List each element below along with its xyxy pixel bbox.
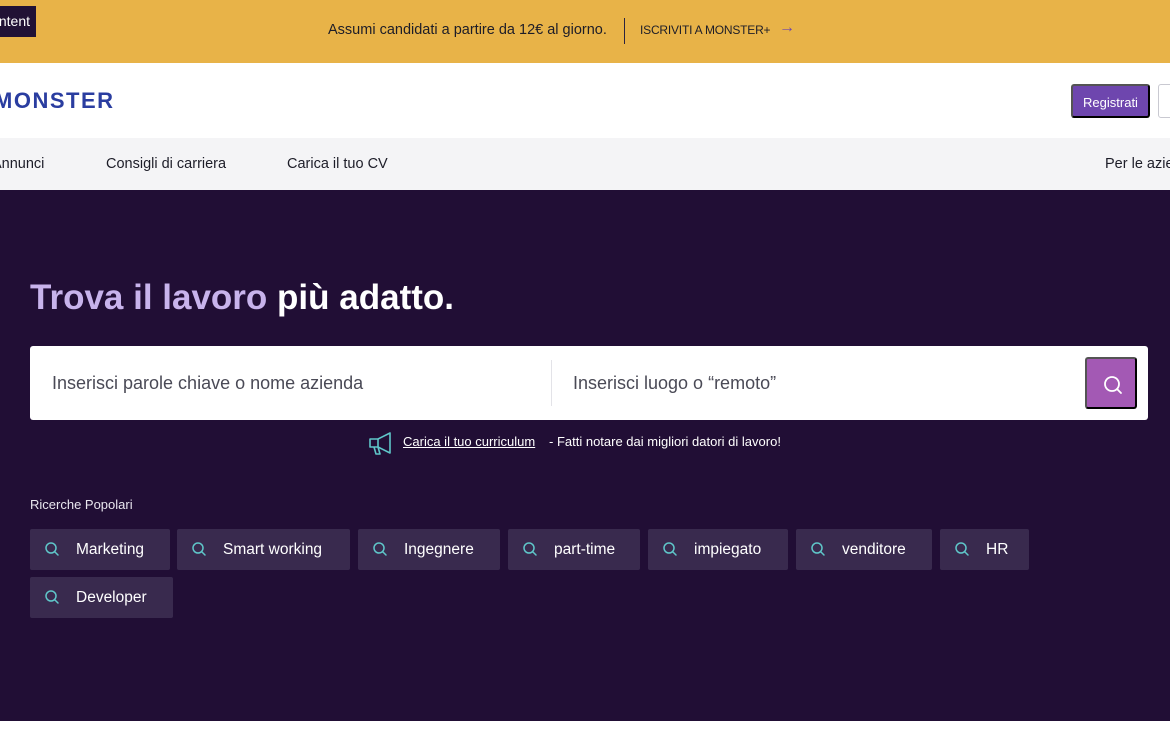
hero-section [0,190,1170,721]
popular-search-chip[interactable]: part-time [508,529,640,570]
promo-divider [624,18,625,44]
nav-item-consigli[interactable]: Consigli di carriera [106,156,226,172]
search-divider [551,360,552,406]
register-button[interactable]: Registrati [1071,84,1150,118]
hero-title-highlight: Trova il lavoro [30,278,268,317]
search-icon [1104,376,1122,394]
upload-cv-link[interactable]: Carica il tuo curriculum [403,434,535,449]
skip-to-content-link[interactable]: Skip to content [0,6,36,37]
promo-text: Assumi candidati a partire da 12€ al gio… [328,22,607,38]
nav-item-aziende[interactable]: Per le aziende [1105,156,1170,172]
hero-title-rest: più adatto. [277,278,454,317]
page-bottom [0,721,1170,730]
search-icon [955,542,969,556]
popular-search-chip[interactable]: Developer [30,577,173,618]
nav-item-annunci[interactable]: Annunci [0,156,44,172]
popular-search-chip[interactable]: Smart working [177,529,350,570]
search-icon [663,542,677,556]
popular-search-chip[interactable]: Marketing [30,529,170,570]
keyword-input[interactable] [52,346,552,420]
arrow-right-icon[interactable]: → [779,19,795,37]
monster-logo[interactable]: MONSTER [0,88,115,114]
site-header [0,63,1170,138]
search-icon [523,542,537,556]
popular-search-chip[interactable]: impiegato [648,529,788,570]
popular-searches-label: Ricerche Popolari [30,497,133,512]
nav-item-carica-cv[interactable]: Carica il tuo CV [287,156,388,172]
megaphone-icon [369,432,391,455]
monster-plus-link[interactable]: ISCRIVITI A MONSTER+ [640,23,771,37]
popular-search-chip[interactable]: venditore [796,529,932,570]
hero-title: Trova il lavoro più adatto. [30,278,454,318]
login-button[interactable] [1158,84,1170,118]
popular-search-chip[interactable]: Ingegnere [358,529,500,570]
upload-cv-text: - Fatti notare dai migliori datori di la… [549,434,781,449]
search-bar [30,346,1148,420]
search-icon [373,542,387,556]
search-icon [811,542,825,556]
location-input[interactable] [573,346,1073,420]
search-icon [45,542,59,556]
search-button[interactable] [1085,357,1137,409]
search-icon [45,590,59,604]
search-icon [192,542,206,556]
popular-search-chip[interactable]: HR [940,529,1029,570]
